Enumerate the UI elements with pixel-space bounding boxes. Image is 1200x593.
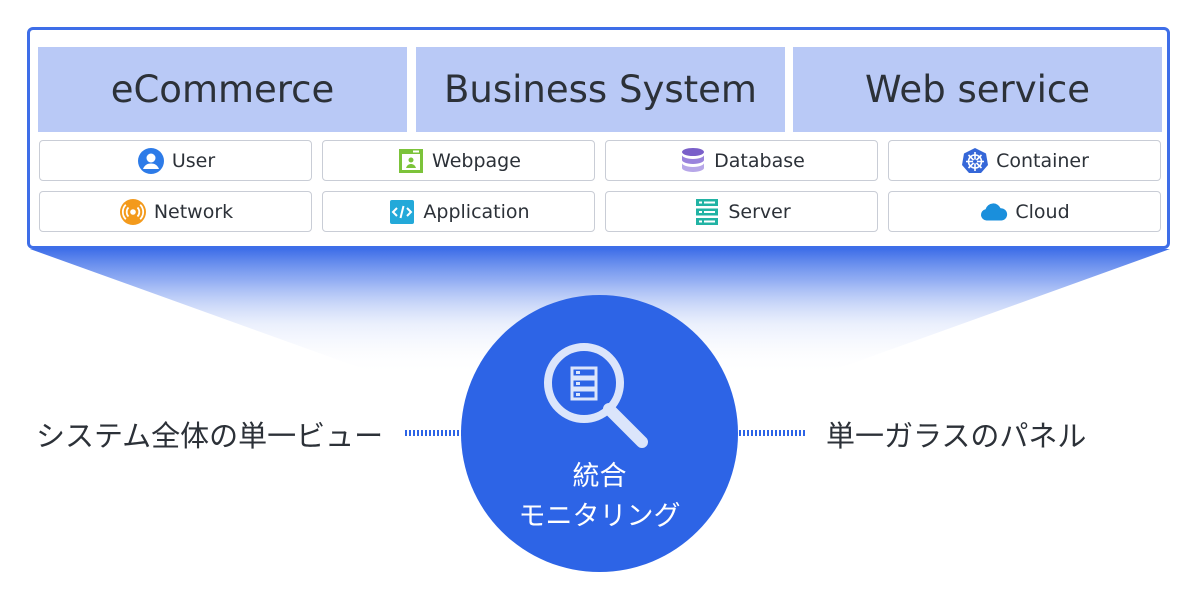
component-label: Webpage [432,149,521,172]
code-icon [387,197,417,227]
component-network: Network [39,191,312,232]
category-ecommerce: eCommerce [38,47,407,132]
magnifier-server-icon [544,343,648,448]
component-label: Container [996,149,1089,172]
cloud-icon [979,197,1009,227]
component-user: User [39,140,312,181]
component-container: Container [888,140,1161,181]
component-label: Server [728,200,791,223]
network-icon [118,197,148,227]
left-label: システム全体の単一ビュー [36,419,384,453]
category-business-system: Business System [416,47,785,132]
right-connector [739,430,806,436]
hub-title-line2: モニタリング [518,501,681,532]
database-icon [678,146,708,176]
component-label: Network [153,200,234,223]
component-webpage: Webpage [322,140,595,181]
right-label: 単一ガラスのパネル [826,419,1087,453]
server-icon [692,197,722,227]
hub-title-line1: 統合 [572,461,627,492]
component-application: Application [322,191,595,232]
left-connector [405,430,472,436]
component-database: Database [605,140,878,181]
kubernetes-icon [960,146,990,176]
component-server: Server [605,191,878,232]
user-icon [136,146,166,176]
component-label: User [171,149,216,172]
webpage-icon [396,146,426,176]
systems-panel: eCommerce Business System Web service Us… [27,27,1170,249]
category-web-service: Web service [793,47,1162,132]
component-label: Cloud [1015,200,1070,223]
component-label: Database [714,149,805,172]
component-cloud: Cloud [888,191,1161,232]
component-label: Application [423,200,530,223]
